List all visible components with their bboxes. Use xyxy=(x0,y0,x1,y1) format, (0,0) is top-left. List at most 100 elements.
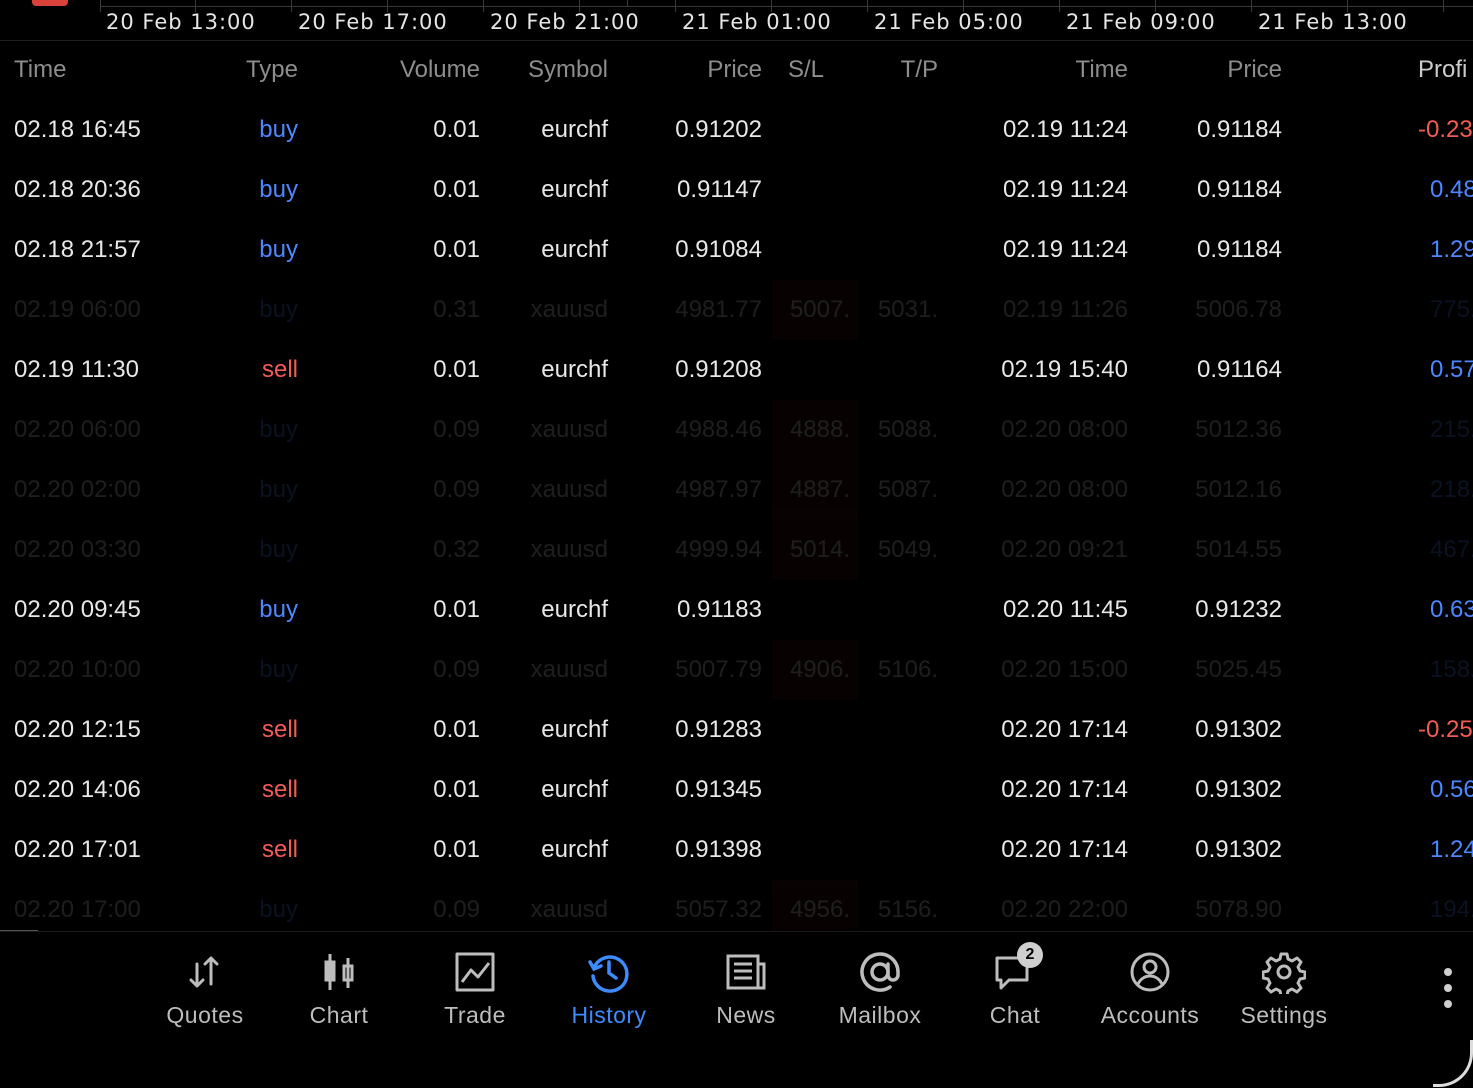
cell-volume: 0.09 xyxy=(433,656,480,683)
header-close-time[interactable]: Time xyxy=(1076,40,1128,100)
header-sl[interactable]: S/L xyxy=(772,40,824,100)
cell-tp: 5088. xyxy=(877,416,938,443)
cell-profit: 1.29 xyxy=(1430,236,1473,263)
cell-close-price: 0.91302 xyxy=(1195,776,1282,803)
header-tp[interactable]: T/P xyxy=(858,40,938,100)
cell-tp xyxy=(858,220,938,280)
cell-open-price: 4987.97 xyxy=(675,476,762,503)
cell-tp: 5031. xyxy=(877,296,938,323)
cell-symbol: xauusd xyxy=(530,296,608,323)
cell-symbol: eurchf xyxy=(541,596,608,623)
axis-label: 21 Feb 05:00 xyxy=(874,10,1024,34)
nav-settings[interactable]: Settings xyxy=(1219,944,1349,1044)
nav-news[interactable]: News xyxy=(681,944,811,1044)
cell-profit: 194.2 xyxy=(1430,896,1473,923)
header-price[interactable]: Price xyxy=(707,40,762,100)
table-row[interactable]: 02.20 10:00 buy 0.09 xauusd 5007.79 4906. 5106… xyxy=(0,640,1473,700)
table-row[interactable]: 02.20 02:00 buy 0.09 xauusd 4987.97 4887. 5087… xyxy=(0,460,1473,520)
nav-label: Mailbox xyxy=(838,1002,922,1028)
nav-quotes[interactable]: Quotes xyxy=(140,944,270,1044)
nav-history[interactable]: History xyxy=(544,944,674,1044)
cell-symbol: eurchf xyxy=(541,356,608,383)
nav-label: Settings xyxy=(1240,1002,1328,1028)
cell-profit: -0.23 xyxy=(1418,116,1473,143)
cell-close-time: 02.19 11:24 xyxy=(1002,176,1128,203)
cell-symbol: xauusd xyxy=(530,656,608,683)
cell-type: buy xyxy=(259,596,298,623)
table-row[interactable]: 02.19 06:00 buy 0.31 xauusd 4981.77 5007. 5031… xyxy=(0,280,1473,340)
nav-trade[interactable]: Trade xyxy=(410,944,540,1044)
cell-sl: 5007. xyxy=(772,280,858,340)
nav-label: News xyxy=(716,1002,776,1028)
cell-tp: 5106. xyxy=(877,656,938,683)
cell-close-time: 02.20 09:21 xyxy=(1001,536,1128,563)
table-row[interactable]: 02.20 03:30 buy 0.32 xauusd 4999.94 5014. 5049… xyxy=(0,520,1473,580)
table-row[interactable]: 02.20 17:00 buy 0.09 xauusd 5057.32 4956. 5156… xyxy=(0,880,1473,930)
cell-profit: 1.24 xyxy=(1430,836,1473,863)
cell-close-price: 5014.55 xyxy=(1195,536,1282,563)
cell-volume: 0.01 xyxy=(433,176,480,203)
cell-sl xyxy=(772,820,858,880)
table-row[interactable]: 02.20 12:15 sell 0.01 eurchf 0.91283 02.20 17… xyxy=(0,700,1473,760)
cell-open-price: 4988.46 xyxy=(675,416,762,443)
nav-chart[interactable]: Chart xyxy=(274,944,404,1044)
cell-close-time: 02.19 11:24 xyxy=(1002,236,1128,263)
cell-close-time: 02.20 17:14 xyxy=(1001,716,1128,743)
nav-chat[interactable]: 2 Chat xyxy=(950,942,1080,1044)
cell-type: buy xyxy=(259,116,298,143)
cell-type: buy xyxy=(259,236,298,263)
axis-label: 20 Feb 21:00 xyxy=(490,10,640,34)
cell-open-time: 02.20 06:00 xyxy=(14,416,141,443)
table-row[interactable]: 02.20 14:06 sell 0.01 eurchf 0.91345 02.20 17… xyxy=(0,760,1473,820)
cell-close-price: 0.91164 xyxy=(1197,356,1282,383)
cell-symbol: xauusd xyxy=(530,416,608,443)
cell-open-time: 02.19 11:30 xyxy=(14,356,140,383)
history-table[interactable]: Time Type Volume Symbol Price S/L T/P Ti… xyxy=(0,40,1473,930)
table-row[interactable]: 02.20 17:01 sell 0.01 eurchf 0.91398 02.20 17… xyxy=(0,820,1473,880)
cell-sl xyxy=(772,760,858,820)
header-profit[interactable]: Profi xyxy=(1418,40,1467,100)
cell-symbol: eurchf xyxy=(541,176,608,203)
cell-open-time: 02.20 12:15 xyxy=(14,716,141,743)
cell-tp xyxy=(858,820,938,880)
more-menu-icon[interactable] xyxy=(1440,968,1456,1014)
table-row[interactable]: 02.18 21:57 buy 0.01 eurchf 0.91084 02.19 11:… xyxy=(0,220,1473,280)
header-close-price[interactable]: Price xyxy=(1227,40,1282,100)
cell-open-time: 02.19 06:00 xyxy=(14,296,141,323)
cell-type: buy xyxy=(259,896,298,923)
cell-open-time: 02.18 20:36 xyxy=(14,176,141,203)
cell-tp: 5087. xyxy=(877,476,938,503)
table-row[interactable]: 02.19 11:30 sell 0.01 eurchf 0.91208 02.19 15… xyxy=(0,340,1473,400)
cell-profit: 0.57 xyxy=(1430,356,1473,383)
cell-open-time: 02.20 03:30 xyxy=(14,536,141,563)
time-axis: 20 Feb 13:00 20 Feb 17:00 20 Feb 21:00 2… xyxy=(0,0,1473,41)
nav-mailbox[interactable]: Mailbox xyxy=(815,944,945,1044)
cell-type: buy xyxy=(259,176,298,203)
cell-profit: 0.48 xyxy=(1430,176,1473,203)
cell-profit: 158.94 xyxy=(1430,656,1473,683)
cell-volume: 0.01 xyxy=(433,596,480,623)
table-row[interactable]: 02.18 20:36 buy 0.01 eurchf 0.91147 02.19 11:… xyxy=(0,160,1473,220)
newspaper-icon xyxy=(724,950,768,994)
table-row[interactable]: 02.20 09:45 buy 0.01 eurchf 0.91183 02.20 11:… xyxy=(0,580,1473,640)
table-row[interactable]: 02.18 16:45 buy 0.01 eurchf 0.91202 02.19 11:… xyxy=(0,100,1473,160)
header-symbol[interactable]: Symbol xyxy=(528,40,608,100)
table-row[interactable]: 02.20 06:00 buy 0.09 xauusd 4988.46 4888. 5088… xyxy=(0,400,1473,460)
cell-open-price: 0.91202 xyxy=(675,116,762,143)
cell-profit: 775.31 xyxy=(1430,296,1473,323)
axis-label: 20 Feb 17:00 xyxy=(298,10,448,34)
cell-open-price: 5057.32 xyxy=(675,896,762,923)
cell-open-time: 02.18 21:57 xyxy=(14,236,141,263)
cell-open-time: 02.20 17:01 xyxy=(14,836,141,863)
gear-icon xyxy=(1261,950,1307,998)
header-type[interactable]: Type xyxy=(246,40,298,100)
cell-volume: 0.09 xyxy=(433,416,480,443)
header-time[interactable]: Time xyxy=(14,40,66,100)
cell-open-time: 02.20 02:00 xyxy=(14,476,141,503)
cell-open-time: 02.20 14:06 xyxy=(14,776,141,803)
header-volume[interactable]: Volume xyxy=(400,40,480,100)
bottom-nav: Quotes Chart Trade History News Mailbox … xyxy=(0,931,1473,1088)
cell-close-time: 02.19 15:40 xyxy=(1001,356,1128,383)
cell-type: sell xyxy=(261,836,298,863)
nav-accounts[interactable]: Accounts xyxy=(1085,944,1215,1044)
